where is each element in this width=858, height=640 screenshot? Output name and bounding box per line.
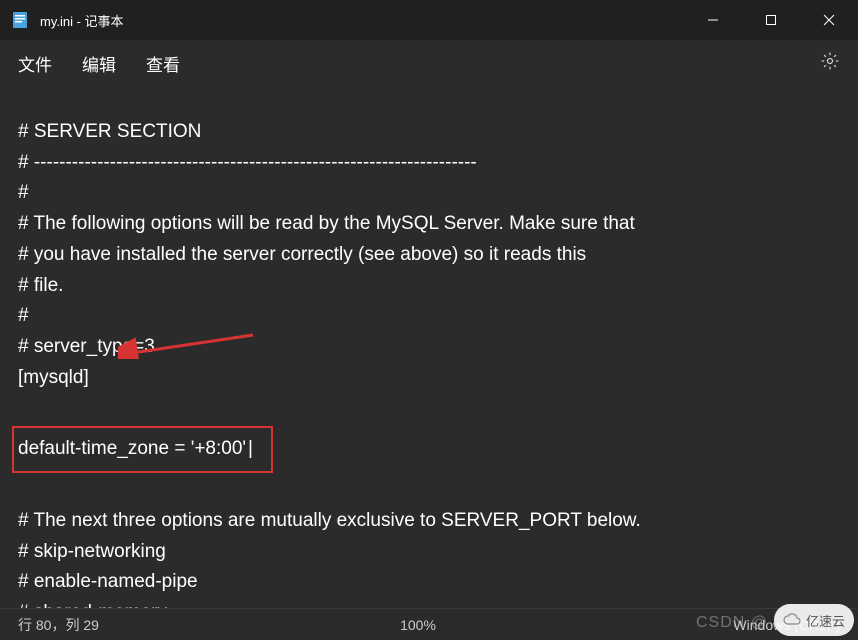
editor-line (18, 394, 840, 425)
notepad-icon (10, 10, 30, 30)
window-title: my.ini - 记事本 (40, 11, 124, 30)
editor-line: # enable-named-pipe (18, 567, 840, 598)
editor-line (18, 86, 840, 117)
menu-edit[interactable]: 编辑 (82, 51, 116, 76)
editor-line: # --------------------------------------… (18, 148, 840, 179)
editor-line (18, 475, 840, 506)
editor-line: # The following options will be read by … (18, 209, 840, 240)
status-position: 行 80，列 29 (18, 615, 368, 635)
status-lineending: Windows (CRLF) (733, 617, 840, 633)
editor-area[interactable]: # SERVER SECTION# ----------------------… (0, 86, 858, 608)
maximize-button[interactable] (742, 0, 800, 40)
titlebar-left: my.ini - 记事本 (10, 10, 124, 30)
editor-line: # skip-networking (18, 537, 840, 568)
window-controls (684, 0, 858, 40)
highlighted-box: default-time_zone = '+8:00' (12, 426, 273, 473)
editor-line: # (18, 301, 840, 332)
highlighted-line: default-time_zone = '+8:00' (18, 438, 253, 459)
editor-line: # SERVER SECTION (18, 117, 840, 148)
editor-line: # you have installed the server correctl… (18, 240, 840, 271)
menu-left: 文件 编辑 查看 (18, 51, 180, 76)
editor-line: # (18, 178, 840, 209)
editor-line: # file. (18, 271, 840, 302)
menu-view[interactable]: 查看 (146, 51, 180, 76)
statusbar: 行 80，列 29 100% Windows (CRLF) (0, 608, 858, 640)
editor-line: [mysqld] (18, 363, 840, 394)
gear-icon[interactable] (820, 51, 840, 76)
menubar: 文件 编辑 查看 (0, 40, 858, 86)
close-button[interactable] (800, 0, 858, 40)
editor-line: # server_type=3 (18, 332, 840, 363)
editor-line: # The next three options are mutually ex… (18, 506, 840, 537)
editor-line: # shared-memory (18, 598, 840, 608)
minimize-button[interactable] (684, 0, 742, 40)
status-zoom: 100% (368, 617, 468, 633)
titlebar: my.ini - 记事本 (0, 0, 858, 40)
menu-file[interactable]: 文件 (18, 51, 52, 76)
